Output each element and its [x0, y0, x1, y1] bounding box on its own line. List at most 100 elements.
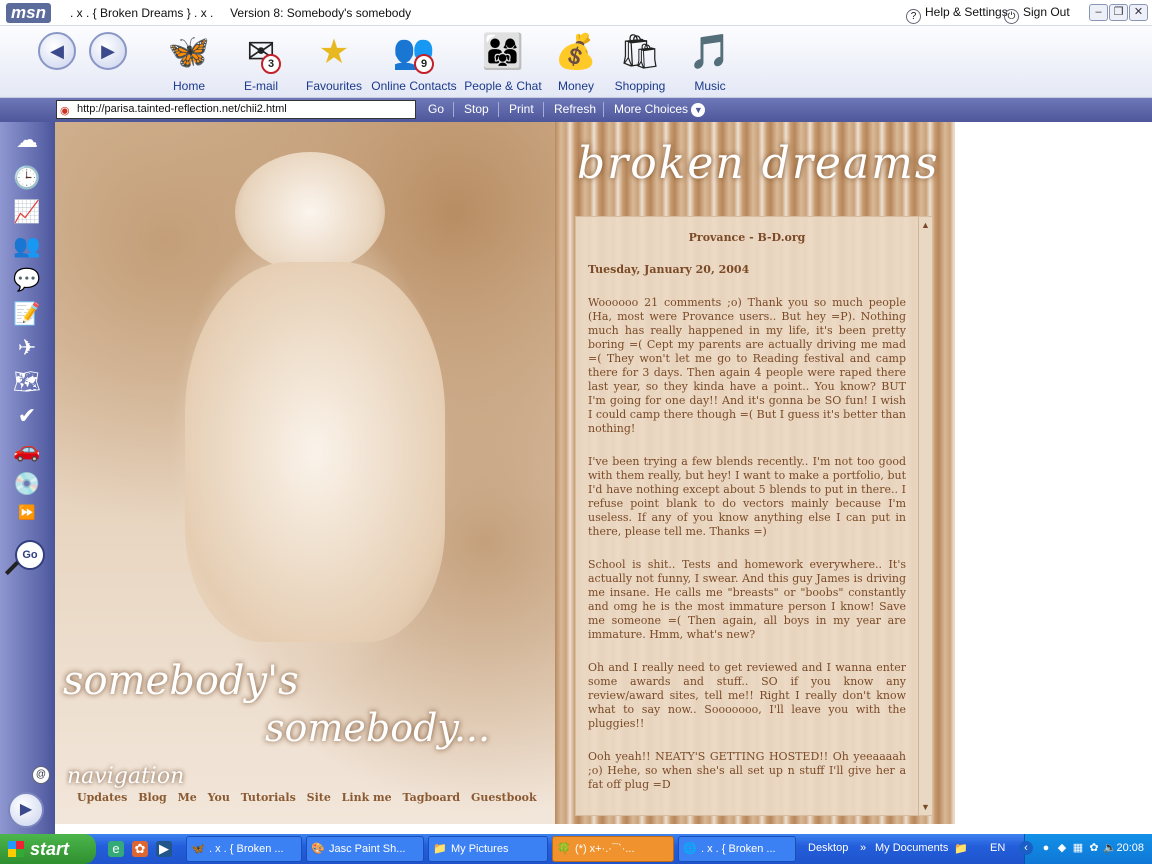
nav-link-updates[interactable]: Updates — [77, 791, 127, 804]
refresh-button[interactable]: Refresh — [554, 102, 596, 116]
toolbar-money[interactable]: 💰 Money — [540, 30, 612, 93]
system-tray: ‹ ● ◆ ▦ ✿ 🔈 20:08 — [1019, 834, 1152, 864]
chevron-icon[interactable]: » — [860, 842, 866, 854]
nav-link-tutorials[interactable]: Tutorials — [241, 791, 296, 804]
task-label: . x . { Broken ... — [701, 843, 776, 855]
post-paragraph: Woooooo 21 comments ;o) Thank you so muc… — [588, 296, 906, 435]
clock-icon[interactable]: 🕒 — [10, 164, 44, 192]
go-button[interactable]: Go — [428, 102, 444, 116]
window-controls: – ❐ ✕ — [1088, 4, 1148, 21]
blog-scrollbar[interactable]: ▲ ▼ — [918, 217, 932, 815]
title-bar: msn . x . { Broken Dreams } . x . Versio… — [0, 0, 1152, 26]
expand-icon[interactable]: ⏩ — [10, 498, 44, 526]
language-indicator[interactable]: EN — [990, 842, 1005, 854]
toolbar-email[interactable]: ✉ 3 E-mail — [225, 30, 297, 93]
toolbar-shopping-label: Shopping — [614, 79, 666, 93]
toolbar-favourites[interactable]: ★ Favourites — [298, 30, 370, 93]
music-notes-icon: 🎵 — [688, 33, 732, 71]
stop-button[interactable]: Stop — [464, 102, 489, 116]
clock: 20:08 — [1116, 842, 1144, 854]
task-broken-dreams-1[interactable]: 🦋 . x . { Broken ... — [186, 836, 302, 862]
mydocs-toolbar[interactable]: My Documents — [875, 842, 948, 854]
artwork-dress — [185, 262, 445, 642]
print-button[interactable]: Print — [509, 102, 534, 116]
tray-volume-icon[interactable]: 🔈 — [1103, 841, 1117, 855]
scroll-down-icon[interactable]: ▼ — [921, 802, 930, 812]
toolbar-shopping[interactable]: 🛍 Shopping — [604, 30, 676, 93]
search-go-button[interactable]: Go — [15, 540, 45, 570]
people-icon[interactable]: 👥 — [10, 232, 44, 260]
cd-icon[interactable]: 💿 — [10, 470, 44, 498]
task-broken-dreams-2[interactable]: 🌐 . x . { Broken ... — [678, 836, 796, 862]
site-name: Provance - B-D.org — [688, 231, 806, 244]
tray-expand-icon[interactable]: ‹ — [1019, 841, 1033, 855]
toolbar-music[interactable]: 🎵 Music — [674, 30, 746, 93]
notes-icon[interactable]: 📝 — [10, 300, 44, 328]
chevron-down-icon: ▼ — [691, 103, 706, 117]
site-logo: broken dreams — [577, 138, 940, 189]
sidebar-small-button[interactable]: @ — [32, 766, 50, 784]
nav-link-me[interactable]: Me — [178, 791, 197, 804]
separator — [543, 102, 544, 117]
nav-link-you[interactable]: You — [208, 791, 230, 804]
task-jasc-paint-shop[interactable]: 🎨 Jasc Paint Sh... — [306, 836, 424, 862]
map-icon[interactable]: 🗺 — [10, 368, 44, 396]
task-my-pictures[interactable]: 📁 My Pictures — [428, 836, 548, 862]
artwork-script-2: somebody... — [265, 706, 491, 750]
folder-icon[interactable]: 📁 — [954, 842, 968, 855]
forward-button[interactable]: ▶ — [89, 32, 127, 70]
post-date: Tuesday, January 20, 2004 — [588, 263, 750, 276]
stocks-icon[interactable]: 📈 — [10, 198, 44, 226]
url-field[interactable]: ◉ http://parisa.tainted-reflection.net/c… — [56, 100, 416, 119]
nav-link-guestbook[interactable]: Guestbook — [471, 791, 537, 804]
nav-link-tagboard[interactable]: Tagboard — [403, 791, 461, 804]
tray-app-icon[interactable]: ● — [1039, 841, 1053, 855]
artwork-script-1: somebody's — [63, 658, 299, 704]
toolbar-online-contacts[interactable]: 👥 9 Online Contacts — [371, 30, 457, 93]
blog-post: Provance - B-D.org Tuesday, January 20, … — [588, 231, 906, 811]
separator — [453, 102, 454, 117]
post-paragraph: School is shit.. Tests and homework ever… — [588, 558, 906, 641]
nav-link-site[interactable]: Site — [307, 791, 331, 804]
power-icon: ⏻ — [1004, 9, 1019, 24]
airplane-icon[interactable]: ✈ — [10, 334, 44, 362]
checklist-icon[interactable]: ✔ — [10, 402, 44, 430]
window-title-text: . x . { Broken Dreams } . x . — [70, 6, 214, 20]
car-icon[interactable]: 🚗 — [10, 436, 44, 464]
toolbar-home[interactable]: 🦋 Home — [153, 30, 225, 93]
nav-link-link-me[interactable]: Link me — [342, 791, 392, 804]
main-toolbar: ◀ ▶ 🦋 Home ✉ 3 E-mail ★ Favourites 👥 9 Onl… — [0, 26, 1152, 98]
more-choices-button[interactable]: More Choices ▼ — [614, 102, 706, 117]
signout-label: Sign Out — [1023, 5, 1070, 19]
sign-out-link[interactable]: ⏻ Sign Out — [1004, 5, 1070, 24]
chat-icon[interactable]: 💬 — [10, 266, 44, 294]
weather-icon[interactable]: ☁ — [10, 126, 44, 154]
minimize-button[interactable]: – — [1089, 4, 1108, 21]
toolbar-money-label: Money — [557, 79, 595, 93]
email-count-badge: 3 — [261, 54, 281, 74]
address-bar: ◉ http://parisa.tainted-reflection.net/c… — [0, 98, 1152, 122]
help-label: Help & Settings — [925, 5, 1008, 19]
contacts-icon: 👥 9 — [392, 30, 436, 74]
back-button[interactable]: ◀ — [38, 32, 76, 70]
toolbar-people-chat[interactable]: 👨‍👩‍👧 People & Chat — [463, 30, 543, 93]
task-active-window[interactable]: 🍀 (*) x+·.·¯`·... — [552, 836, 674, 862]
toolbar-online-contacts-label: Online Contacts — [371, 79, 457, 93]
tray-app-icon[interactable]: ◆ — [1055, 841, 1069, 855]
nav-link-blog[interactable]: Blog — [138, 791, 167, 804]
desktop-toolbar[interactable]: Desktop — [808, 842, 848, 854]
quicklaunch-msn-icon[interactable]: ✿ — [132, 841, 148, 857]
tray-network-icon[interactable]: ▦ — [1071, 841, 1085, 855]
close-button[interactable]: ✕ — [1129, 4, 1148, 21]
help-settings-link[interactable]: ? Help & Settings — [906, 5, 1008, 24]
play-button[interactable]: ▶ — [8, 792, 44, 828]
start-button[interactable]: start — [0, 834, 96, 864]
start-label: start — [30, 839, 70, 859]
tray-msn-icon[interactable]: ✿ — [1087, 841, 1101, 855]
scroll-up-icon[interactable]: ▲ — [921, 220, 930, 230]
quicklaunch-media-icon[interactable]: ▶ — [156, 841, 172, 857]
paint-icon: 🎨 — [311, 843, 325, 855]
restore-button[interactable]: ❐ — [1109, 4, 1128, 21]
navigation-links: Updates Blog Me You Tutorials Site Link … — [77, 791, 544, 804]
quicklaunch-ie-icon[interactable]: e — [108, 841, 124, 857]
